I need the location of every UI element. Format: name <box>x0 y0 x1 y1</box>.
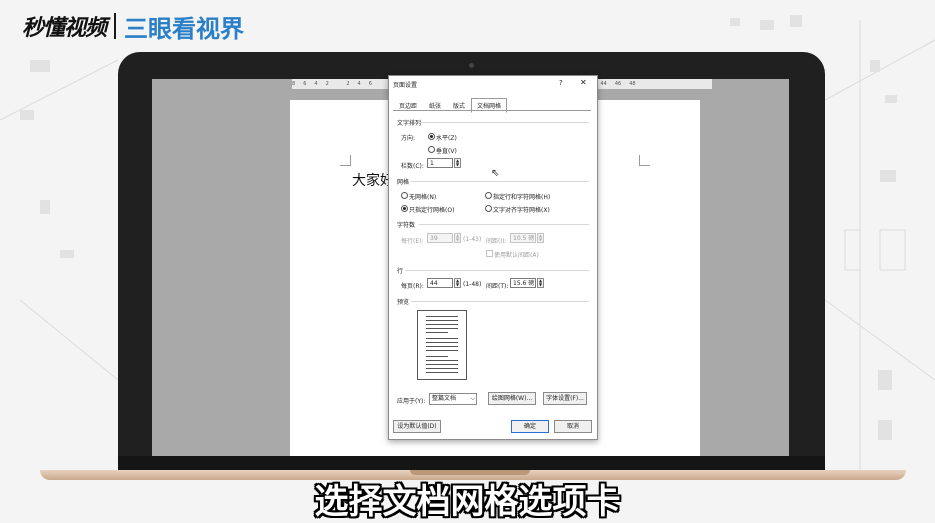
logo-channel-text: 三眼看视界 <box>124 14 245 43</box>
logo-brand-text: 秒懂视频 <box>22 16 107 41</box>
ruler-tick-label: 4 <box>357 81 361 87</box>
preview-line <box>426 368 458 369</box>
chars-per-line-input[interactable]: 39 <box>427 233 453 243</box>
logo-divider <box>114 13 117 39</box>
radio-snap-to-chars[interactable] <box>485 205 492 212</box>
preview-line <box>426 346 458 347</box>
horizontal-label: 水平(Z) <box>436 135 457 142</box>
draw-grid-button[interactable]: 绘图网格(W)... <box>488 392 536 405</box>
ruler-tick-label <box>380 81 382 87</box>
chars-per-line-range: (1-43) <box>463 236 482 243</box>
dialog-title: 页面设置 <box>393 82 418 89</box>
chevron-down-icon: ⌵ <box>470 395 475 402</box>
lines-per-page-input[interactable]: 44 <box>427 278 453 288</box>
chars-per-line-label: 每行(E): <box>401 238 424 245</box>
page-setup-dialog: 页面设置 ? ✕ 页边距 纸张 版式 文档网格 文字排列 方向: 水平(Z) 垂… <box>388 75 598 440</box>
font-settings-button[interactable]: 字体设置(F)... <box>543 392 587 405</box>
section-divider <box>411 181 589 182</box>
preview-line <box>426 356 448 357</box>
ruler-tick-label <box>337 81 339 87</box>
margin-corner-top-left <box>340 155 351 166</box>
ruler-tick-label: 2 <box>325 81 329 87</box>
ruler-tick-label: 6 <box>368 81 372 87</box>
preview-line <box>426 328 458 329</box>
ruler-tick-label: 6 <box>303 81 307 87</box>
columns-input[interactable]: 1 <box>427 158 453 168</box>
preview-line <box>426 338 458 339</box>
radio-line-grid-only[interactable] <box>401 205 408 212</box>
lines-per-page-range: (1-48) <box>463 281 482 288</box>
preview-line <box>426 372 458 373</box>
brand-logo: 秒懂视频 三眼看视界 <box>22 10 245 43</box>
radio-horizontal[interactable] <box>428 133 435 140</box>
ruler-tick-label: 4 <box>314 81 318 87</box>
apply-to-value: 整篇文档 <box>432 395 457 402</box>
preview-line <box>426 316 458 317</box>
chars-per-line-stepper[interactable]: ▲ ▼ <box>454 233 461 243</box>
snap-to-chars-label: 文字对齐字符网格(X) <box>493 207 550 214</box>
webcam <box>469 63 474 68</box>
direction-label: 方向: <box>401 135 416 142</box>
section-text-direction: 文字排列 <box>397 120 422 127</box>
section-grid: 网格 <box>397 179 410 186</box>
ok-button[interactable]: 确定 <box>511 420 549 433</box>
columns-label: 栏数(C): <box>401 163 424 170</box>
cancel-button[interactable]: 取消 <box>554 420 592 433</box>
line-grid-only-label: 只指定行网格(O) <box>409 207 455 214</box>
margin-corner-top-right <box>639 155 650 166</box>
preview-line <box>426 360 458 361</box>
tab-divider <box>393 110 591 111</box>
ruler-tick-label: 44 <box>600 81 607 87</box>
radio-line-and-char-grid[interactable] <box>485 192 492 199</box>
video-subtitle: 选择文档网格选项卡 <box>314 482 621 522</box>
section-divider <box>419 224 589 225</box>
line-pitch-label: 间距(T): <box>486 283 509 290</box>
preview-line <box>426 320 458 321</box>
radio-no-grid[interactable] <box>401 192 408 199</box>
columns-stepper[interactable]: ▲ ▼ <box>454 158 461 168</box>
lines-per-page-stepper[interactable]: ▲ ▼ <box>454 278 461 288</box>
apply-to-select[interactable]: 整篇文档 ⌵ <box>429 393 477 405</box>
default-pitch-label: 使用默认间距(A) <box>494 252 539 259</box>
char-pitch-input[interactable]: 10.5 磅 <box>510 233 536 243</box>
preview-line <box>426 350 458 351</box>
preview-line <box>426 364 458 365</box>
section-lines: 行 <box>397 268 404 275</box>
section-divider <box>405 270 589 271</box>
default-pitch-checkbox[interactable] <box>486 250 493 257</box>
lines-per-page-label: 每页(R): <box>401 283 424 290</box>
preview-thumbnail <box>417 310 467 380</box>
char-pitch-label: 间距(I): <box>486 238 507 245</box>
close-icon[interactable]: ✕ <box>580 78 587 87</box>
no-grid-label: 无网格(N) <box>409 194 437 201</box>
preview-line <box>426 332 448 333</box>
preview-line <box>426 324 458 325</box>
section-divider <box>419 122 589 123</box>
vertical-label: 垂直(V) <box>436 148 457 155</box>
section-characters: 字符数 <box>397 222 416 229</box>
ruler-tick-label: 48 <box>629 81 636 87</box>
mouse-pointer-icon: ⇖ <box>491 168 500 179</box>
section-divider <box>411 301 589 302</box>
char-pitch-stepper[interactable]: ▲ ▼ <box>537 233 544 243</box>
line-pitch-stepper[interactable]: ▲ ▼ <box>537 278 544 288</box>
preview-line <box>426 342 458 343</box>
apply-to-label: 应用于(Y): <box>397 398 426 405</box>
line-and-char-grid-label: 指定行和字符网格(H) <box>493 194 551 201</box>
radio-vertical[interactable] <box>428 146 435 153</box>
ruler-tick-label: 46 <box>614 81 622 87</box>
line-pitch-input[interactable]: 15.6 磅 <box>510 278 536 288</box>
help-button[interactable]: ? <box>559 79 563 87</box>
section-preview: 预览 <box>397 299 410 306</box>
set-default-button[interactable]: 设为默认值(D) <box>393 420 441 433</box>
ruler-tick-label: 8 <box>292 81 296 87</box>
ruler-tick-label: 2 <box>346 81 350 87</box>
